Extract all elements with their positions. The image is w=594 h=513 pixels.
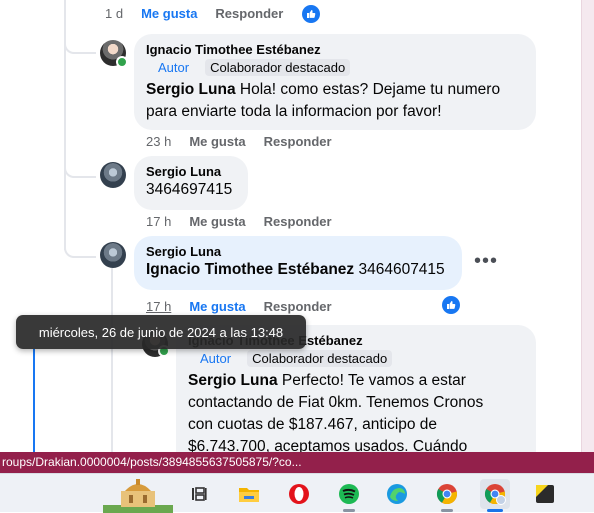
comment-text-line: Perfecto! Te vamos a estar xyxy=(281,372,466,389)
comment-text: Ignacio Timothee Estébanez 3464607415 xyxy=(146,259,450,281)
weather-widget-icon[interactable] xyxy=(100,474,176,513)
mention-link[interactable]: Ignacio Timothee Estébanez xyxy=(146,261,354,278)
comment-actions: 23 h Me gusta Responder xyxy=(146,134,332,149)
edge-icon[interactable] xyxy=(382,479,412,509)
comment-bubble: Sergio Luna 3464697415 xyxy=(134,156,248,210)
opera-icon[interactable] xyxy=(284,479,314,509)
comment-text-line: $6.743.700, aceptamos usados. Cuándo xyxy=(188,438,468,452)
like-button[interactable]: Me gusta xyxy=(189,134,245,149)
top-contributor-badge: Colaborador destacado xyxy=(205,59,351,76)
chrome-profile-icon[interactable] xyxy=(480,479,510,512)
scrollbar-track[interactable] xyxy=(581,0,594,452)
avatar[interactable] xyxy=(100,242,126,268)
reply-button[interactable]: Responder xyxy=(264,134,332,149)
reply-button[interactable]: Responder xyxy=(264,299,332,314)
comment-author[interactable]: Sergio Luna xyxy=(146,244,450,259)
comment-text: Sergio Luna Perfecto! Te vamos a estar c… xyxy=(188,370,524,452)
timestamp-tooltip: miércoles, 26 de junio de 2024 a las 13:… xyxy=(16,315,306,349)
comment-time[interactable]: 23 h xyxy=(146,134,171,149)
comment-author[interactable]: Sergio Luna xyxy=(146,164,236,179)
top-contributor-badge: Colaborador destacado xyxy=(247,350,393,367)
author-badge: Autor xyxy=(200,351,232,366)
thread-connector xyxy=(64,158,96,178)
like-button[interactable]: Me gusta xyxy=(141,6,197,21)
reply-button[interactable]: Responder xyxy=(264,214,332,229)
file-explorer-icon[interactable] xyxy=(234,479,264,509)
comment-text-line: Hola! como estas? Dejame tu numero xyxy=(239,81,501,98)
taskbar xyxy=(0,473,594,513)
task-view-icon[interactable] xyxy=(184,479,214,509)
like-button[interactable]: Me gusta xyxy=(189,299,245,314)
thread-line xyxy=(111,268,113,452)
more-options-icon[interactable]: ••• xyxy=(474,250,498,273)
thread-connector xyxy=(64,34,96,54)
comment-time[interactable]: 1 d xyxy=(105,6,123,21)
mention-link[interactable]: Sergio Luna xyxy=(188,372,278,389)
status-bar-url: roups/Drakian.0000004/posts/389485563750… xyxy=(0,452,594,473)
comment-text-number: 3464607415 xyxy=(358,261,445,278)
thread-connector xyxy=(64,238,96,258)
comment-text-line: con cuotas de $187.467, anticipo de xyxy=(188,416,438,433)
comment-text-line: contactando de Fiat 0km. Tenemos Cronos xyxy=(188,394,484,411)
like-reaction-icon xyxy=(442,296,460,314)
mention-link[interactable]: Sergio Luna xyxy=(146,81,236,98)
comments-panel: 1 d Me gusta Responder Ignacio Timothee … xyxy=(0,0,594,452)
comment-bubble: Sergio Luna Ignacio Timothee Estébanez 3… xyxy=(134,236,462,290)
author-badge: Autor xyxy=(158,60,190,75)
online-indicator xyxy=(116,56,128,68)
comment-text-line: para enviarte toda la informacion por fa… xyxy=(146,103,442,120)
comment-time[interactable]: 17 h xyxy=(146,299,171,314)
focus-indicator xyxy=(33,349,35,452)
like-button[interactable]: Me gusta xyxy=(189,214,245,229)
comment-author[interactable]: Ignacio Timothee Estébanez xyxy=(146,42,524,57)
comment-text: Sergio Luna Hola! como estas? Dejame tu … xyxy=(146,79,524,123)
comment-bubble: Ignacio Timothee Estébanez Autor Colabor… xyxy=(134,34,536,130)
sticky-notes-icon[interactable] xyxy=(530,479,560,509)
comment-time[interactable]: 17 h xyxy=(146,214,171,229)
like-reaction-icon xyxy=(302,5,320,23)
comment-actions: 17 h Me gusta Responder xyxy=(146,214,332,229)
comment-actions: 1 d Me gusta Responder xyxy=(105,6,283,21)
comment-actions: 17 h Me gusta Responder xyxy=(146,299,332,314)
reply-button[interactable]: Responder xyxy=(215,6,283,21)
avatar[interactable] xyxy=(100,162,126,188)
comment-text: 3464697415 xyxy=(146,181,233,198)
chrome-icon[interactable] xyxy=(432,479,462,512)
spotify-icon[interactable] xyxy=(334,479,364,512)
